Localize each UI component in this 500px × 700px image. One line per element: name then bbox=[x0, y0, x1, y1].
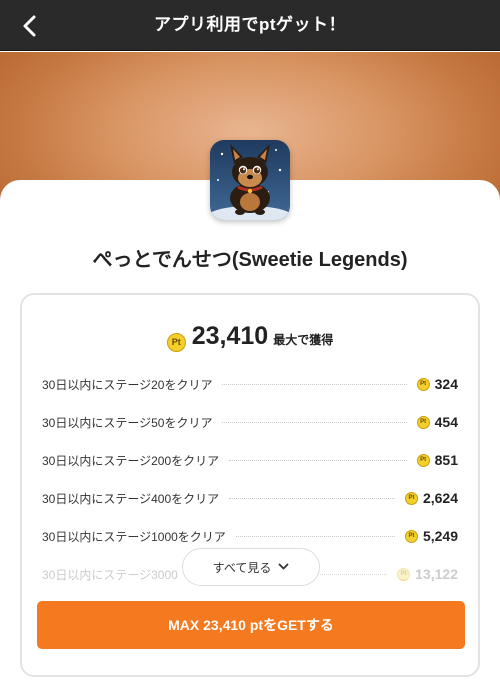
pt-coin-icon: Pt bbox=[416, 377, 430, 391]
task-reward: Pt 851 bbox=[416, 452, 458, 468]
pt-coin-icon: Pt bbox=[404, 491, 418, 505]
task-row: 30日以内にステージ20をクリア Pt 324 bbox=[42, 365, 458, 403]
dotted-leader bbox=[222, 421, 407, 423]
task-label: 30日以内にステージ200をクリア bbox=[42, 453, 220, 468]
dotted-leader bbox=[229, 497, 395, 499]
pt-coin-icon: Pt bbox=[166, 333, 186, 352]
get-points-button[interactable]: MAX 23,410 ptをGETする bbox=[37, 601, 465, 649]
app-name: ぺっとでんせつ(Sweetie Legends) bbox=[92, 249, 408, 271]
task-reward: Pt 454 bbox=[416, 414, 458, 430]
page-title: アプリ利用でptゲット！ bbox=[153, 15, 347, 34]
max-reward-suffix: 最大で獲得 bbox=[273, 333, 334, 347]
chevron-down-icon bbox=[278, 563, 289, 570]
task-row: 30日以内にステージ400をクリア Pt 2,624 bbox=[42, 479, 458, 517]
task-label: 30日以内にステージ50をクリア bbox=[42, 415, 213, 430]
task-row: 30日以内にステージ200をクリア Pt 851 bbox=[42, 441, 458, 479]
max-reward: Pt 23,410 最大で獲得 bbox=[22, 322, 478, 352]
task-points: 454 bbox=[434, 414, 458, 430]
task-reward: Pt 2,624 bbox=[404, 490, 458, 506]
task-label: 30日以内にステージ20をクリア bbox=[42, 377, 213, 392]
see-all-button[interactable]: すべて見る bbox=[182, 548, 320, 586]
top-nav-bar: アプリ利用でptゲット！ bbox=[0, 0, 500, 51]
dotted-leader bbox=[229, 459, 407, 461]
max-reward-amount: 23,410 bbox=[191, 322, 269, 350]
see-all-label: すべて見る bbox=[212, 560, 272, 575]
task-reward: Pt 324 bbox=[416, 376, 458, 392]
app-icon bbox=[210, 140, 290, 220]
pt-coin-icon: Pt bbox=[416, 453, 430, 467]
puppy-app-icon bbox=[210, 140, 290, 220]
task-points: 324 bbox=[434, 376, 458, 392]
task-points: 2,624 bbox=[422, 490, 458, 506]
task-row: 30日以内にステージ50をクリア Pt 454 bbox=[42, 403, 458, 441]
pt-coin-icon: Pt bbox=[416, 415, 430, 429]
reward-card: Pt 23,410 最大で獲得 30日以内にステージ20をクリア Pt 324 3… bbox=[20, 293, 480, 677]
dotted-leader bbox=[222, 383, 407, 385]
task-points: 851 bbox=[434, 452, 458, 468]
task-label: 30日以内にステージ400をクリア bbox=[42, 491, 220, 506]
